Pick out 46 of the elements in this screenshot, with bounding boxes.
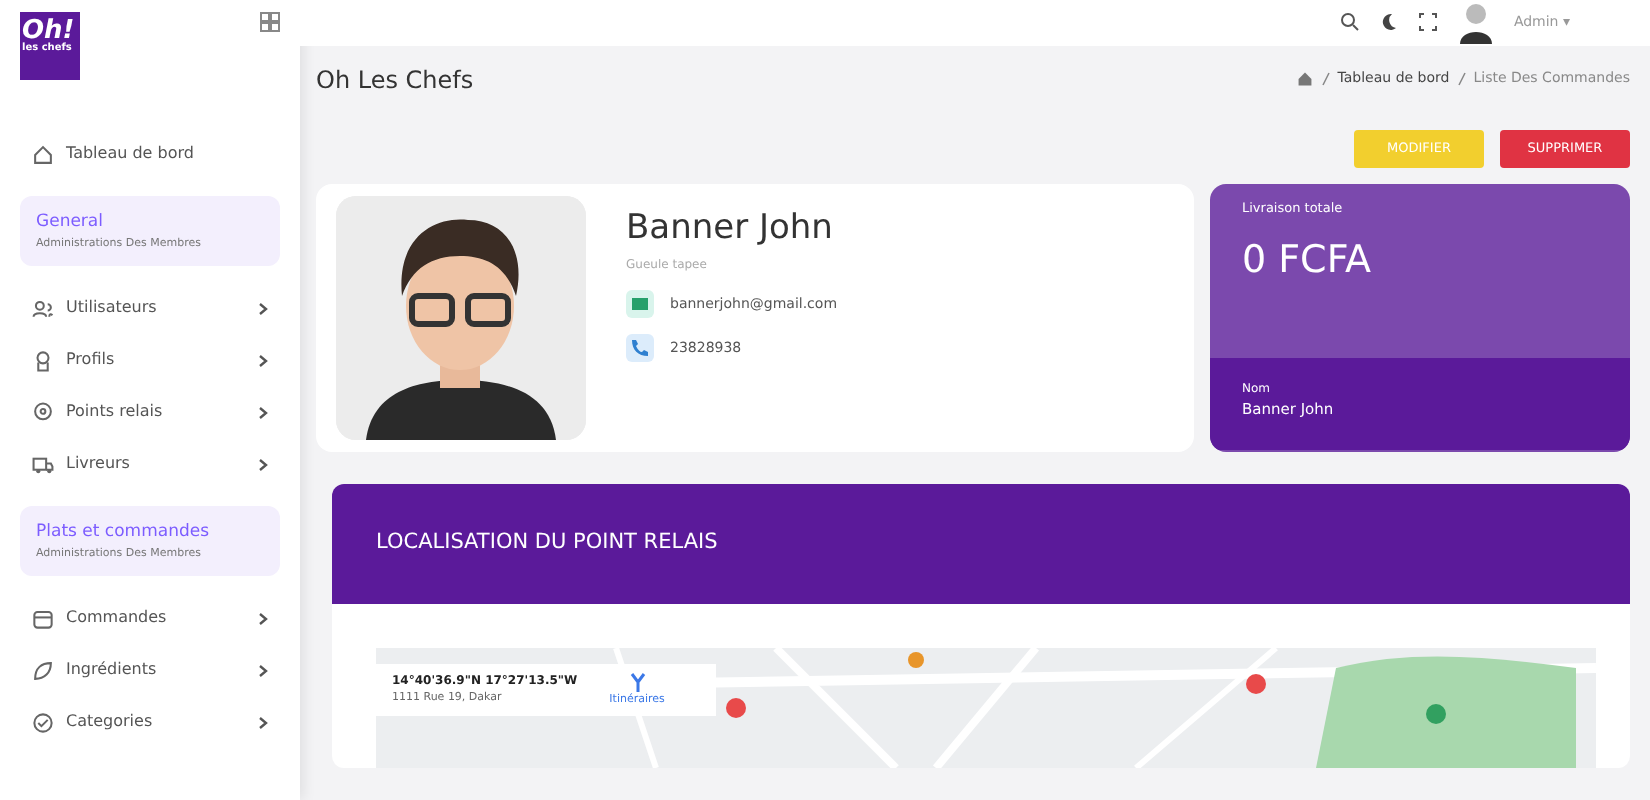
directions-icon	[627, 672, 648, 692]
fullscreen-icon[interactable]	[1417, 12, 1438, 33]
section-title: Plats et commandes	[36, 520, 212, 546]
sidebar-item[interactable]: Commandes	[20, 592, 280, 644]
chevron-icon	[258, 663, 268, 677]
sidebar-item[interactable]: Categories	[20, 696, 280, 748]
sidebar-item-label: Tableau de bord	[66, 142, 194, 166]
sidebar-item-label: Livreurs	[66, 452, 130, 476]
section-title: General	[36, 210, 105, 236]
grid-icon[interactable]	[260, 12, 280, 32]
badge-icon	[32, 349, 54, 371]
home-icon	[32, 143, 54, 165]
chevron-icon	[258, 405, 268, 419]
sidebar-item-label: Profils	[66, 348, 115, 372]
home-icon[interactable]	[1295, 70, 1314, 88]
sidebar-item[interactable]: Tableau de bord	[20, 128, 280, 180]
page-title: Oh Les Chefs	[316, 63, 474, 97]
sidebar-item[interactable]: Points relais	[20, 386, 280, 438]
slash-icon	[1457, 72, 1466, 86]
sidebar-item-label: Commandes	[66, 606, 167, 630]
sidebar-item[interactable]: Ingrédients	[20, 644, 280, 696]
chevron-icon	[258, 301, 268, 315]
sidebar-item-label: Categories	[66, 710, 153, 734]
slash-icon	[1321, 72, 1330, 86]
sidebar-item-label: Ingrédients	[66, 658, 157, 682]
chevron-icon	[258, 715, 268, 729]
search-icon[interactable]	[1339, 12, 1360, 33]
sidebar-item[interactable]: Livreurs	[20, 438, 280, 490]
profile-name: Banner John	[626, 206, 835, 253]
sidebar-item-label: Points relais	[66, 400, 163, 424]
chevron-icon	[258, 353, 268, 367]
check-circle-icon	[32, 711, 54, 733]
chevron-icon	[258, 611, 268, 625]
sidebar-item-label: Utilisateurs	[66, 296, 157, 320]
calendar-icon	[32, 607, 54, 629]
stat-value: 0 FCFA	[1242, 236, 1374, 286]
section-title: LOCALISATION DU POINT RELAIS	[332, 484, 1630, 604]
users-icon	[32, 297, 54, 319]
sidebar-item[interactable]: Utilisateurs	[20, 282, 280, 334]
truck-icon	[32, 453, 54, 475]
leaf-icon	[32, 659, 54, 681]
location-pin-icon	[32, 401, 54, 423]
moon-icon[interactable]	[1379, 12, 1398, 33]
avatar-icon[interactable]	[1457, 0, 1494, 45]
chevron-icon	[258, 457, 268, 471]
sidebar-item[interactable]: Profils	[20, 334, 280, 386]
